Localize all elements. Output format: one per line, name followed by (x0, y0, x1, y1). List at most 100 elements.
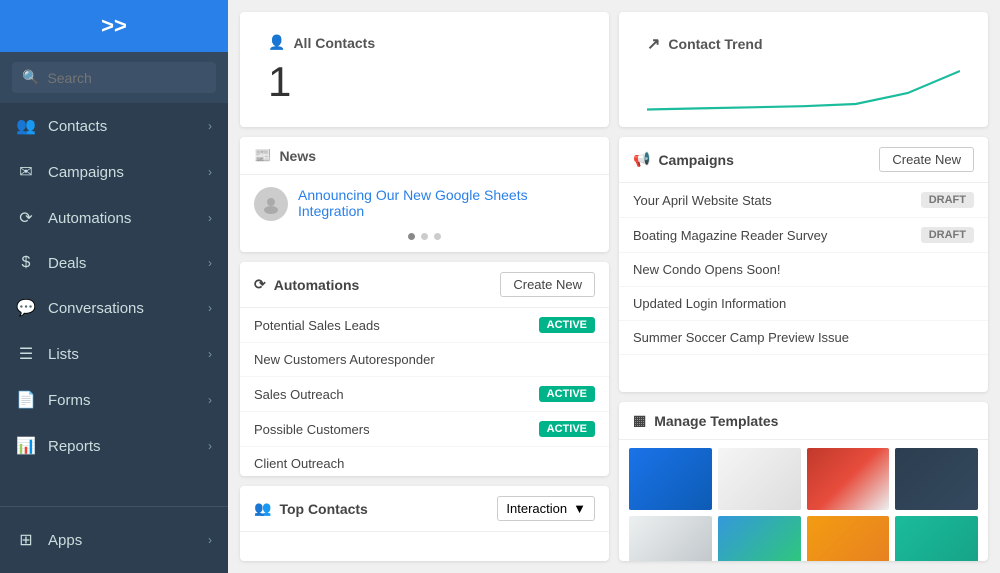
status-badge: ACTIVE (539, 421, 595, 437)
chevron-right-icon: › (208, 256, 212, 270)
chevron-right-icon: › (208, 119, 212, 133)
all-contacts-card: 👤 All Contacts 1 (240, 12, 609, 127)
templates-header: ▦ Manage Templates (619, 402, 988, 440)
news-body: Announcing Our New Google Sheets Integra… (240, 175, 609, 233)
template-thumbnail[interactable] (807, 516, 890, 561)
campaign-item[interactable]: Updated Login Information (619, 287, 988, 321)
news-card: 📰 News Announcing Our New Google Sheets … (240, 137, 609, 252)
sidebar-item-automations[interactable]: ⟳ Automations › (0, 195, 228, 241)
manage-templates-card: ▦ Manage Templates (619, 402, 988, 561)
automation-item[interactable]: Possible Customers ACTIVE (240, 412, 609, 447)
automation-list: Potential Sales Leads ACTIVE New Custome… (240, 308, 609, 476)
sidebar: >> 🔍 👥 Contacts › ✉ Campaigns › ⟳ Automa… (0, 0, 228, 573)
automation-item[interactable]: New Customers Autoresponder (240, 343, 609, 377)
sidebar-item-deals[interactable]: $ Deals › (0, 241, 228, 285)
chevron-right-icon: › (208, 439, 212, 453)
campaigns-create-button[interactable]: Create New (879, 147, 974, 172)
sidebar-item-reports[interactable]: 📊 Reports › (0, 423, 228, 469)
news-headline-link[interactable]: Announcing Our New Google Sheets Integra… (298, 187, 595, 219)
templates-icon: ▦ (633, 412, 646, 429)
middle-row: 📰 News Announcing Our New Google Sheets … (240, 137, 988, 561)
lists-icon: ☰ (16, 344, 36, 364)
trend-icon: ↗ (647, 34, 660, 54)
automation-item[interactable]: Client Outreach (240, 447, 609, 476)
campaign-item[interactable]: Boating Magazine Reader Survey DRAFT (619, 218, 988, 253)
automations-create-button[interactable]: Create New (500, 272, 595, 297)
sidebar-header: >> (0, 0, 228, 52)
automations-card: ⟳ Automations Create New Potential Sales… (240, 262, 609, 476)
conversations-icon: 💬 (16, 298, 36, 318)
search-box[interactable]: 🔍 (12, 62, 216, 93)
campaign-name: Summer Soccer Camp Preview Issue (633, 330, 849, 345)
contact-trend-card: ↗ Contact Trend (619, 12, 988, 127)
template-thumbnail[interactable] (807, 448, 890, 510)
right-column: 📢 Campaigns Create New Your April Websit… (619, 137, 988, 561)
campaign-item[interactable]: New Condo Opens Soon! (619, 253, 988, 287)
contacts-count: 1 (268, 51, 581, 107)
forms-icon: 📄 (16, 390, 36, 410)
campaigns-icon: ✉ (16, 162, 36, 182)
deals-icon: $ (16, 254, 36, 272)
campaign-name: New Condo Opens Soon! (633, 262, 780, 277)
sidebar-nav: 👥 Contacts › ✉ Campaigns › ⟳ Automations… (0, 103, 228, 506)
automations-icon: ⟳ (254, 276, 266, 293)
sidebar-label-contacts: Contacts (48, 118, 107, 135)
campaigns-header: 📢 Campaigns Create New (619, 137, 988, 183)
top-contacts-title: 👥 Top Contacts (254, 500, 368, 517)
left-column: 📰 News Announcing Our New Google Sheets … (240, 137, 609, 561)
logo-icon: >> (101, 13, 127, 39)
chevron-right-icon: › (208, 165, 212, 179)
automations-icon: ⟳ (16, 208, 36, 228)
sidebar-label-reports: Reports (48, 438, 101, 455)
automation-item[interactable]: Sales Outreach ACTIVE (240, 377, 609, 412)
search-container: 🔍 (0, 52, 228, 103)
sidebar-label-forms: Forms (48, 392, 91, 409)
sidebar-item-contacts[interactable]: 👥 Contacts › (0, 103, 228, 149)
template-thumbnail[interactable] (718, 448, 801, 510)
chevron-right-icon: › (208, 533, 212, 547)
templates-grid (619, 440, 988, 561)
reports-icon: 📊 (16, 436, 36, 456)
trend-card-title: ↗ Contact Trend (647, 34, 960, 54)
apps-icon: ⊞ (16, 530, 36, 550)
sidebar-label-automations: Automations (48, 210, 131, 227)
sidebar-item-campaigns[interactable]: ✉ Campaigns › (0, 149, 228, 195)
contacts-card-title: 👤 All Contacts (268, 34, 581, 51)
search-input[interactable] (47, 70, 206, 86)
status-badge: ACTIVE (539, 386, 595, 402)
automation-item[interactable]: Potential Sales Leads ACTIVE (240, 308, 609, 343)
template-thumbnail[interactable] (895, 516, 978, 561)
template-thumbnail[interactable] (895, 448, 978, 510)
campaign-name: Your April Website Stats (633, 193, 772, 208)
sidebar-item-forms[interactable]: 📄 Forms › (0, 377, 228, 423)
automation-name: New Customers Autoresponder (254, 352, 435, 367)
status-badge: DRAFT (921, 192, 974, 208)
campaign-name: Boating Magazine Reader Survey (633, 228, 827, 243)
contacts-card-icon: 👤 (268, 34, 285, 51)
sidebar-label-apps: Apps (48, 532, 82, 549)
sidebar-item-lists[interactable]: ☰ Lists › (0, 331, 228, 377)
sidebar-item-apps[interactable]: ⊞ Apps › (0, 517, 228, 563)
sidebar-bottom: ⊞ Apps › (0, 506, 228, 573)
template-thumbnail[interactable] (629, 516, 712, 561)
news-icon: 📰 (254, 147, 271, 164)
status-badge: ACTIVE (539, 317, 595, 333)
sidebar-label-lists: Lists (48, 346, 79, 363)
sidebar-item-conversations[interactable]: 💬 Conversations › (0, 285, 228, 331)
interaction-dropdown[interactable]: Interaction ▼ (497, 496, 595, 521)
automation-name: Potential Sales Leads (254, 318, 380, 333)
campaigns-card: 📢 Campaigns Create New Your April Websit… (619, 137, 988, 392)
chevron-right-icon: › (208, 393, 212, 407)
automations-header: ⟳ Automations Create New (240, 262, 609, 308)
campaign-name: Updated Login Information (633, 296, 786, 311)
automation-name: Possible Customers (254, 422, 370, 437)
campaign-item[interactable]: Your April Website Stats DRAFT (619, 183, 988, 218)
campaigns-icon: 📢 (633, 151, 650, 168)
top-row: 👤 All Contacts 1 ↗ Contact Trend (240, 12, 988, 127)
template-thumbnail[interactable] (718, 516, 801, 561)
sidebar-label-campaigns: Campaigns (48, 164, 124, 181)
template-thumbnail[interactable] (629, 448, 712, 510)
campaign-list: Your April Website Stats DRAFT Boating M… (619, 183, 988, 355)
top-contacts-header: 👥 Top Contacts Interaction ▼ (240, 486, 609, 532)
campaign-item[interactable]: Summer Soccer Camp Preview Issue (619, 321, 988, 355)
